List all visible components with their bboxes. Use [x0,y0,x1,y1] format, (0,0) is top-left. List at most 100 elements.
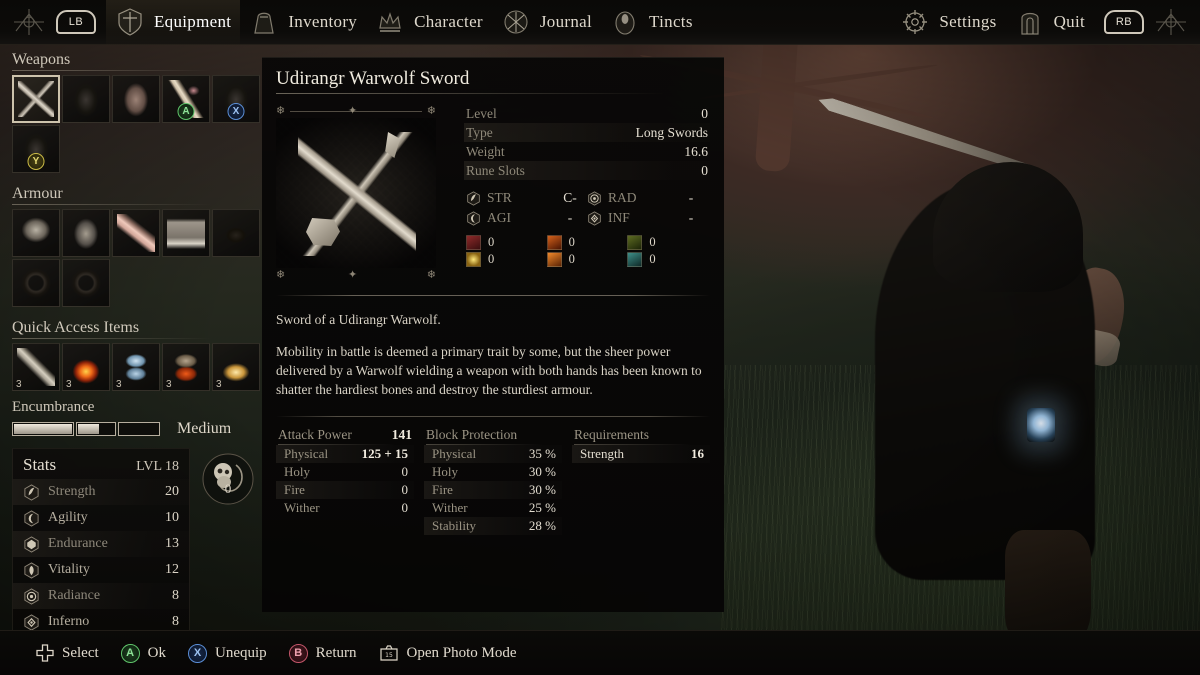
stat-row-endurance[interactable]: Endurance 13 [13,531,189,557]
encumbrance-segment-2 [76,422,116,436]
tab-journal[interactable]: Journal [492,0,601,45]
quick-slot-1[interactable]: 3 [12,343,60,391]
property-weight: Weight 16.6 [464,142,710,161]
weapons-grid: A X Y [0,72,262,173]
armour-slot-ring-2[interactable] [62,259,110,307]
item-properties: Level 0 Type Long Swords Weight 16.6 Run… [436,104,710,282]
weapon-slot-6[interactable]: Y [12,125,60,173]
encumbrance-segment-3 [118,422,160,436]
tab-tincts[interactable]: Tincts [601,0,702,45]
attack-row-holy: Holy 0 [276,463,414,481]
weapon-slot-primary[interactable] [12,75,60,123]
tab-equipment[interactable]: Equipment [106,0,241,45]
prompt-open-photo-mode[interactable]: 15 Open Photo Mode [379,644,517,662]
tab-equipment-label: Equipment [154,12,232,31]
scaling-key: STR [487,190,512,205]
attack-power-column: Attack Power 141 Physical 125 + 15 Holy … [276,427,414,535]
tab-settings-label: Settings [939,12,997,31]
block-row-physical: Physical 35 % [424,444,562,463]
stat-name: Inferno [48,614,90,629]
radiance-icon [24,587,39,605]
item-detail-panel: Udirangr Warwolf Sword ❄ ✦ ❄ ❄ ✦ ❄ Level… [262,57,724,612]
right-bumper-button[interactable]: RB [1104,10,1144,34]
damage-chip-holy: 0 [466,251,547,268]
quick-slot-5[interactable]: 3 [212,343,260,391]
property-key: Level [466,105,497,121]
armour-slot-helmet[interactable] [12,209,60,257]
armour-grid [0,206,262,307]
weapon-slot-5[interactable]: X [212,75,260,123]
item-count: 3 [66,379,72,390]
tab-inventory[interactable]: Inventory [240,0,366,45]
armour-slot-chest[interactable] [62,209,110,257]
stat-value: 20 [165,484,179,499]
damage-value: 0 [568,235,575,249]
holy-damage-icon [466,252,481,267]
quick-slot-2[interactable]: 3 [62,343,110,391]
stat-row-agility[interactable]: Agility 10 [13,505,189,531]
stat-row-vitality[interactable]: Vitality 12 [13,557,189,583]
requirements-column: Requirements Strength 16 [572,427,710,535]
stat-row-strength[interactable]: Strength 20 [13,479,189,505]
armour-slot-leggings[interactable] [162,209,210,257]
armour-slot-ring-1[interactable] [12,259,60,307]
row-key: Holy [284,463,310,479]
tab-quit[interactable]: Quit [1006,0,1094,45]
description-paragraph-2: Mobility in battle is deemed a primary t… [276,344,702,398]
damage-chip-blaze: 0 [546,251,628,268]
row-value: 0 [401,499,409,515]
attack-row-wither: Wither 0 [276,499,414,517]
y-button-icon[interactable]: Y [27,153,45,170]
scaling-value: C- [563,190,577,205]
tab-character[interactable]: Character [366,0,492,45]
quick-slot-4[interactable]: 3 [162,343,210,391]
prompt-return[interactable]: B Return [288,643,357,663]
prompt-label: Unequip [215,644,267,661]
row-value: 28 % [528,517,556,533]
weapon-slot-4[interactable]: A [162,75,210,123]
tab-settings[interactable]: Settings [891,0,1005,45]
fire-bomb-icon [67,348,105,386]
armour-slot-gauntlets[interactable] [112,209,160,257]
x-button-icon: X [188,643,207,663]
tab-journal-label: Journal [539,12,593,31]
x-button-icon[interactable]: X [227,103,245,120]
item-scaling: STR C- AGI - RAD - INF - [464,180,710,228]
block-protection-column: Block Protection Physical 35 % Holy 30 %… [424,427,562,535]
quick-slot-3[interactable]: 3 [112,343,160,391]
weapon-slot-2[interactable] [62,75,110,123]
stat-row-radiance[interactable]: Radiance 8 [13,583,189,609]
damage-group-2: 0 0 [546,234,628,268]
attack-power-heading: Attack Power 141 [276,427,414,445]
item-preview-image [276,118,436,268]
ring-item-icon [17,264,55,302]
damage-value: 0 [488,252,495,266]
damage-chip-frost: 0 [627,251,708,268]
stat-value: 8 [172,614,179,629]
weapons-heading: Weapons [0,45,262,72]
radiance-icon [588,190,601,206]
weapon-slot-3[interactable] [112,75,160,123]
camera-icon: 15 [379,645,398,661]
row-key: Wither [432,499,468,515]
property-level: Level 0 [464,104,710,123]
armour-slot-amulet[interactable] [212,209,260,257]
prompt-select[interactable]: Select [36,644,99,662]
souls-counter: 0 [200,451,256,507]
souls-count: 0 [224,481,232,497]
prompt-unequip[interactable]: X Unequip [188,643,267,663]
vitality-icon [24,561,39,579]
block-row-fire: Fire 30 % [424,480,562,499]
stat-name: Endurance [48,536,108,551]
crown-emblem-icon [379,12,401,32]
encumbrance-section: Encumbrance Medium [0,391,262,438]
prompt-ok[interactable]: A Ok [120,643,166,663]
fire-damage-icon [546,235,562,250]
row-value: 0 [401,481,409,497]
property-key: Weight [466,143,505,159]
a-button-icon[interactable]: A [177,103,195,120]
strength-icon [24,483,39,501]
preview-frame-top-ornament: ❄ ✦ ❄ [276,105,436,117]
row-key: Wither [284,499,320,515]
left-bumper-button[interactable]: LB [56,10,96,34]
